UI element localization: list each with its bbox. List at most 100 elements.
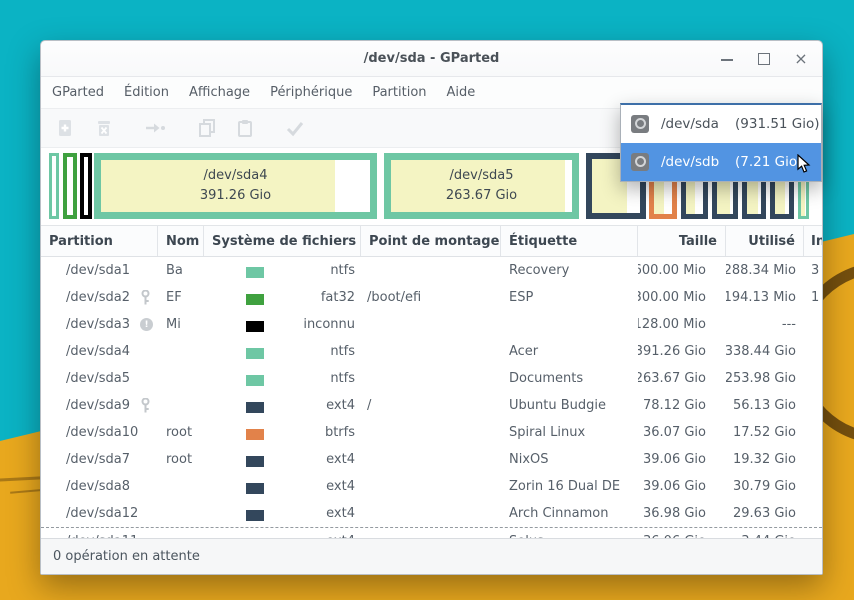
table-row[interactable]: /dev/sda9 ext4 / Ubuntu Budgie 78.12 Gio… <box>41 392 822 419</box>
drive-icon <box>631 115 649 133</box>
device-option-sdb[interactable]: /dev/sdb (7.21 Gio) <box>621 143 821 181</box>
column-header-nom[interactable]: Nom <box>158 226 204 256</box>
partition-nom: Mi <box>166 317 181 332</box>
partition-label: Documents <box>509 371 583 386</box>
table-row[interactable]: /dev/sda4 ntfs Acer 391.26 Gio 338.44 Gi… <box>41 338 822 365</box>
partition-segment-sda4[interactable]: /dev/sda4391.26 Gio <box>94 153 377 219</box>
menu-item-partition[interactable]: Partition <box>372 85 426 100</box>
apply-operations-icon[interactable] <box>283 116 307 140</box>
column-header-size[interactable]: Taille <box>638 226 726 256</box>
partition-nom: root <box>166 452 192 467</box>
menu-item-gparted[interactable]: GParted <box>52 85 104 100</box>
filesystem-type: ext4 <box>326 452 355 467</box>
filesystem-type: fat32 <box>321 290 355 305</box>
partition-name: /dev/sda5 <box>66 371 130 386</box>
partition-segment-sda5[interactable]: /dev/sda5263.67 Gio <box>384 153 579 219</box>
partition-used: 19.32 Gio <box>733 452 796 467</box>
segment-label: /dev/sda5263.67 Gio <box>446 166 517 206</box>
column-header-unused[interactable]: Inutilisé <box>804 226 822 256</box>
filesystem-type: ext4 <box>326 398 355 413</box>
new-partition-icon[interactable] <box>53 116 77 140</box>
partition-segment-sda1[interactable] <box>49 153 59 219</box>
partition-unused: 3 <box>811 263 819 278</box>
menu-item-aide[interactable]: Aide <box>447 85 476 100</box>
partition-used: 194.13 Mio <box>726 290 796 305</box>
table-row[interactable]: /dev/sda12 ext4 Arch Cinnamon 36.98 Gio … <box>41 500 822 527</box>
partition-nom: root <box>166 425 192 440</box>
mouse-cursor <box>797 154 811 178</box>
table-row[interactable]: /dev/sda1 Ba ntfs Recovery 600.00 Mio 28… <box>41 257 822 284</box>
column-header-partition[interactable]: Partition <box>41 226 158 256</box>
device-option-sda[interactable]: /dev/sda (931.51 Gio) <box>621 105 821 143</box>
drive-icon <box>631 153 649 171</box>
partition-name: /dev/sda8 <box>66 479 130 494</box>
filesystem-type: ntfs <box>330 344 355 359</box>
filesystem-color-swatch <box>246 483 264 494</box>
partition-size: 128.00 Mio <box>638 317 706 332</box>
table-row[interactable]: /dev/sda2 EF fat32 /boot/efi ESP 300.00 … <box>41 284 822 311</box>
partition-size: 300.00 Mio <box>638 290 706 305</box>
partition-size: 391.26 Gio <box>638 344 706 359</box>
partition-label: ESP <box>509 290 533 305</box>
column-header-filesystem[interactable]: Système de fichiers <box>204 226 361 256</box>
partition-name: /dev/sda10 <box>66 425 138 440</box>
resize-move-icon[interactable] <box>143 116 167 140</box>
partition-label: Arch Cinnamon <box>509 506 608 521</box>
menu-item-peripherique[interactable]: Périphérique <box>270 85 352 100</box>
filesystem-type: ntfs <box>330 371 355 386</box>
close-button[interactable]: × <box>794 52 808 66</box>
lock-icon <box>140 398 151 413</box>
warning-icon: ! <box>140 318 153 331</box>
partition-used: 338.44 Gio <box>726 344 796 359</box>
filesystem-type: ext4 <box>326 506 355 521</box>
maximize-button[interactable] <box>757 52 771 66</box>
partition-segment-sda2[interactable] <box>63 153 77 219</box>
filesystem-type: btrfs <box>325 425 355 440</box>
partition-name: /dev/sda12 <box>66 506 138 521</box>
column-header-used[interactable]: Utilisé <box>726 226 804 256</box>
filesystem-color-swatch <box>246 510 264 521</box>
mount-point: /boot/efi <box>367 290 421 305</box>
table-row[interactable]: /dev/sda5 ntfs Documents 263.67 Gio 253.… <box>41 365 822 392</box>
partition-size: 39.06 Gio <box>643 452 706 467</box>
table-row[interactable]: /dev/sda3! Mi inconnu 128.00 Mio --- <box>41 311 822 338</box>
lock-icon <box>140 290 151 305</box>
filesystem-color-swatch <box>246 267 264 278</box>
partition-size: 600.00 Mio <box>638 263 706 278</box>
filesystem-color-swatch <box>246 429 264 440</box>
partition-size: 39.06 Gio <box>643 479 706 494</box>
filesystem-color-swatch <box>246 375 264 386</box>
filesystem-type: ntfs <box>330 263 355 278</box>
partition-nom: Ba <box>166 263 183 278</box>
pending-operations-text: 0 opération en attente <box>53 549 200 564</box>
menu-item-edition[interactable]: Édition <box>124 85 169 100</box>
table-row[interactable]: /dev/sda10 root btrfs Spiral Linux 36.07… <box>41 419 822 446</box>
copy-icon[interactable] <box>195 116 219 140</box>
partition-used: --- <box>782 317 796 332</box>
partition-name: /dev/sda1 <box>66 263 130 278</box>
partition-used: 29.63 Gio <box>733 506 796 521</box>
partition-nom: EF <box>166 290 182 305</box>
minimize-button[interactable] <box>720 52 734 66</box>
partition-size: 263.67 Gio <box>638 371 706 386</box>
partition-used: 253.98 Gio <box>726 371 796 386</box>
table-row[interactable]: /dev/sda8 ext4 Zorin 16 Dual DE 39.06 Gi… <box>41 473 822 500</box>
partition-name: /dev/sda4 <box>66 344 130 359</box>
partition-label: Spiral Linux <box>509 425 585 440</box>
paste-icon[interactable] <box>233 116 257 140</box>
column-header-mountpoint[interactable]: Point de montage <box>361 226 501 256</box>
delete-partition-icon[interactable] <box>92 116 116 140</box>
filesystem-type: ext4 <box>326 479 355 494</box>
menu-item-affichage[interactable]: Affichage <box>189 85 250 100</box>
partition-used: 56.13 Gio <box>733 398 796 413</box>
statusbar: 0 opération en attente <box>41 538 822 574</box>
partition-label: NixOS <box>509 452 549 467</box>
partition-unused: 1 <box>811 290 819 305</box>
titlebar[interactable]: /dev/sda - GParted × <box>41 41 822 77</box>
device-dropdown: /dev/sda (931.51 Gio) /dev/sdb (7.21 Gio… <box>620 103 822 182</box>
partition-segment-sda3[interactable] <box>80 153 92 219</box>
partition-used: 17.52 Gio <box>733 425 796 440</box>
table-row[interactable]: /dev/sda7 root ext4 NixOS 39.06 Gio 19.3… <box>41 446 822 473</box>
column-header-label[interactable]: Étiquette <box>501 226 638 256</box>
mount-point: / <box>367 398 371 413</box>
